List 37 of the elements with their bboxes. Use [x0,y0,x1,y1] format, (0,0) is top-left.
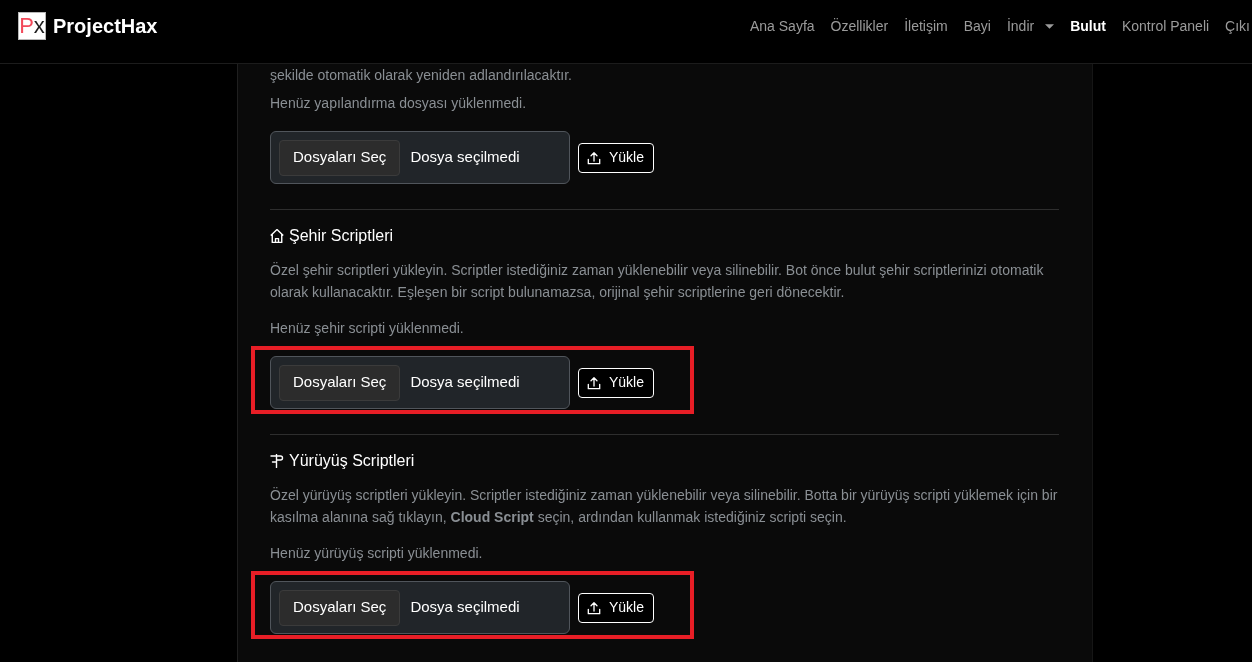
choose-files-button[interactable]: Dosyaları Seç [279,139,401,176]
logo-letter: x [33,15,45,37]
file-status-text: Dosya seçilmedi [410,597,520,618]
upload-status-text: Henüz şehir scripti yüklenmedi. [270,319,465,338]
upload-button[interactable]: Yükle [578,142,655,173]
choose-files-button[interactable]: Dosyaları Seç [279,589,401,626]
nav-link[interactable]: Kontrol Paneli [1113,12,1218,40]
file-input[interactable]: Dosyaları Seç Dosya seçilmedi [270,581,570,634]
house-icon [270,229,284,243]
file-status-text: Dosya seçilmedi [410,372,520,393]
file-input[interactable]: Dosyaları Seç Dosya seçilmedi [270,131,570,184]
upload-icon [587,150,601,165]
choose-files-button[interactable]: Dosyaları Seç [279,364,401,401]
nav-link[interactable]: Bayi [955,12,999,40]
upload-status-text: Henüz yürüyüş scripti yüklenmedi. [270,544,484,563]
section-description: şekilde otomatik olarak yeniden adlandırılacaktır. [270,66,573,85]
upload-button[interactable]: Yükle [578,367,655,398]
dropdown-link[interactable]: İndir [998,12,1063,40]
signpost-icon [270,454,284,468]
file-status-text: Dosya seçilmedi [410,147,520,168]
brand-name[interactable]: ProjectHax [53,12,158,40]
logo-letter: P [19,15,34,37]
caret-icon [1045,23,1055,29]
upload-status-text: Henüz yapılandırma dosyası yüklenmedi. [270,94,528,113]
file-input[interactable]: Dosyaları Seç Dosya seçilmedi [270,356,570,409]
nav-link[interactable]: Ana Sayfa [741,12,823,40]
section-description: Özel şehir scriptleri yükleyin. Scriptler istediğiniz zaman yüklenebilir veya silinebilir. Bot önce bulut şehir scriptlerinizi otomatik olarak kullanacaktır. Eşleşen bir script bulunamazsa, orijinal şehir scriptlerine geri dönecektir. [270,261,1045,302]
upload-icon [587,600,601,615]
upload-button[interactable]: Yükle [578,592,655,623]
section-description: Özel yürüyüş scriptleri yükleyin. Scriptler istediğiniz zaman yüklenebilir veya silinebilir. Botta bir yürüyüş scripti yüklemek için bir kasılma alanına sağ tıklayın, Cloud Script seçin, ardından kullanmak istediğiniz scripti seçin. [270,486,1059,527]
section-title: Yürüyüş Scriptleri [289,451,415,471]
section-title: Şehir Scriptleri [289,226,394,246]
nav-link[interactable]: İletişim [896,12,956,40]
nav-link[interactable]: Bulut [1062,12,1114,40]
nav-link[interactable]: Çıkı [1217,12,1250,40]
nav-link[interactable]: Özellikler [822,12,897,40]
upload-icon [587,375,601,390]
